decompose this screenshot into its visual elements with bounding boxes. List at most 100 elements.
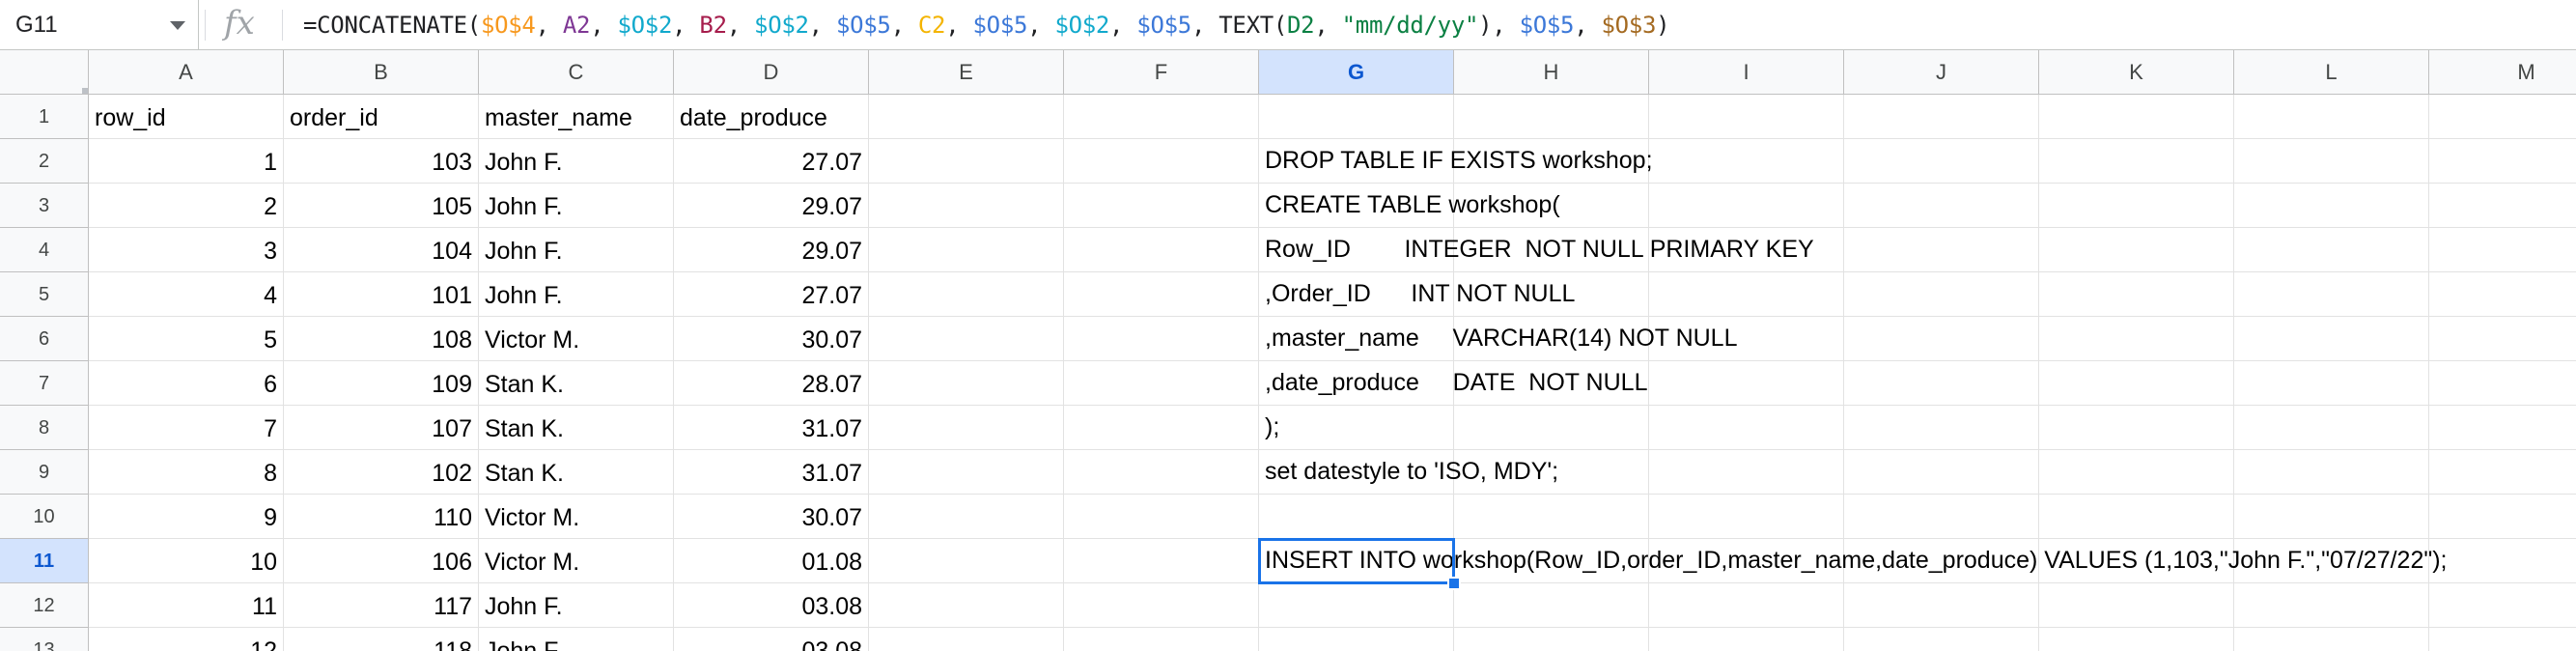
select-all-corner[interactable] <box>0 50 89 95</box>
column-header-l[interactable]: L <box>2234 50 2429 95</box>
cell-f12[interactable] <box>1064 583 1259 628</box>
cell-e1[interactable] <box>869 95 1064 139</box>
cell-d11[interactable]: 01.08 <box>674 539 869 583</box>
cell-a9[interactable]: 8 <box>89 450 284 495</box>
cell-f1[interactable] <box>1064 95 1259 139</box>
cell-b1[interactable]: order_id <box>284 95 479 139</box>
cell-m5[interactable] <box>2429 272 2576 317</box>
cell-m11[interactable] <box>2429 539 2576 583</box>
cell-a10[interactable]: 9 <box>89 495 284 539</box>
cell-j1[interactable] <box>1844 95 2039 139</box>
cell-f6[interactable] <box>1064 317 1259 361</box>
cell-i5[interactable] <box>1649 272 1844 317</box>
cell-l9[interactable] <box>2234 450 2429 495</box>
cell-m2[interactable] <box>2429 139 2576 184</box>
cell-d6[interactable]: 30.07 <box>674 317 869 361</box>
cell-d5[interactable]: 27.07 <box>674 272 869 317</box>
cell-i13[interactable] <box>1649 628 1844 651</box>
cell-h13[interactable] <box>1454 628 1649 651</box>
cell-g12[interactable] <box>1259 583 1454 628</box>
cell-j6[interactable] <box>1844 317 2039 361</box>
cell-d2[interactable]: 27.07 <box>674 139 869 184</box>
cell-h1[interactable] <box>1454 95 1649 139</box>
cell-c13[interactable]: John F. <box>479 628 674 651</box>
cell-m7[interactable] <box>2429 361 2576 406</box>
cell-d13[interactable]: 03.08 <box>674 628 869 651</box>
cell-k13[interactable] <box>2039 628 2234 651</box>
cell-i7[interactable] <box>1649 361 1844 406</box>
cell-a4[interactable]: 3 <box>89 228 284 272</box>
cell-k7[interactable] <box>2039 361 2234 406</box>
row-header-1[interactable]: 1 <box>0 95 89 139</box>
column-header-d[interactable]: D <box>674 50 869 95</box>
cell-k12[interactable] <box>2039 583 2234 628</box>
row-header-5[interactable]: 5 <box>0 272 89 317</box>
cell-i9[interactable] <box>1649 450 1844 495</box>
cell-f8[interactable] <box>1064 406 1259 450</box>
column-header-a[interactable]: A <box>89 50 284 95</box>
cell-c11[interactable]: Victor M. <box>479 539 674 583</box>
cell-i1[interactable] <box>1649 95 1844 139</box>
cell-j9[interactable] <box>1844 450 2039 495</box>
cell-d12[interactable]: 03.08 <box>674 583 869 628</box>
cell-j12[interactable] <box>1844 583 2039 628</box>
row-header-11[interactable]: 11 <box>0 539 89 583</box>
cell-b2[interactable]: 103 <box>284 139 479 184</box>
cell-a2[interactable]: 1 <box>89 139 284 184</box>
cell-l5[interactable] <box>2234 272 2429 317</box>
column-header-f[interactable]: F <box>1064 50 1259 95</box>
cell-a7[interactable]: 6 <box>89 361 284 406</box>
cell-l12[interactable] <box>2234 583 2429 628</box>
cell-c12[interactable]: John F. <box>479 583 674 628</box>
column-header-m[interactable]: M <box>2429 50 2576 95</box>
cell-l3[interactable] <box>2234 184 2429 228</box>
cell-c3[interactable]: John F. <box>479 184 674 228</box>
row-header-6[interactable]: 6 <box>0 317 89 361</box>
cell-k1[interactable] <box>2039 95 2234 139</box>
cell-f7[interactable] <box>1064 361 1259 406</box>
cell-i10[interactable] <box>1649 495 1844 539</box>
cell-e7[interactable] <box>869 361 1064 406</box>
cell-m6[interactable] <box>2429 317 2576 361</box>
cell-e13[interactable] <box>869 628 1064 651</box>
cell-e9[interactable] <box>869 450 1064 495</box>
cell-k9[interactable] <box>2039 450 2234 495</box>
cell-h12[interactable] <box>1454 583 1649 628</box>
cell-b7[interactable]: 109 <box>284 361 479 406</box>
cell-e6[interactable] <box>869 317 1064 361</box>
cell-e12[interactable] <box>869 583 1064 628</box>
row-header-12[interactable]: 12 <box>0 583 89 628</box>
cell-b8[interactable]: 107 <box>284 406 479 450</box>
row-header-13[interactable]: 13 <box>0 628 89 651</box>
cell-i12[interactable] <box>1649 583 1844 628</box>
cell-j13[interactable] <box>1844 628 2039 651</box>
column-header-j[interactable]: J <box>1844 50 2039 95</box>
cell-l1[interactable] <box>2234 95 2429 139</box>
cell-k2[interactable] <box>2039 139 2234 184</box>
cell-k6[interactable] <box>2039 317 2234 361</box>
cell-j7[interactable] <box>1844 361 2039 406</box>
cell-e2[interactable] <box>869 139 1064 184</box>
cell-c2[interactable]: John F. <box>479 139 674 184</box>
formula-input[interactable]: =CONCATENATE($O$4, A2, $O$2, B2, $O$2, $… <box>303 12 1670 39</box>
cell-d3[interactable]: 29.07 <box>674 184 869 228</box>
cell-b10[interactable]: 110 <box>284 495 479 539</box>
cell-i2[interactable] <box>1649 139 1844 184</box>
cell-h10[interactable] <box>1454 495 1649 539</box>
cell-h8[interactable] <box>1454 406 1649 450</box>
cell-a13[interactable]: 12 <box>89 628 284 651</box>
cell-m4[interactable] <box>2429 228 2576 272</box>
cell-b6[interactable]: 108 <box>284 317 479 361</box>
cell-e8[interactable] <box>869 406 1064 450</box>
cell-m1[interactable] <box>2429 95 2576 139</box>
cell-f10[interactable] <box>1064 495 1259 539</box>
cell-l2[interactable] <box>2234 139 2429 184</box>
name-box[interactable]: G11 <box>0 0 199 49</box>
cell-g10[interactable] <box>1259 495 1454 539</box>
cell-k4[interactable] <box>2039 228 2234 272</box>
column-header-h[interactable]: H <box>1454 50 1649 95</box>
cell-l6[interactable] <box>2234 317 2429 361</box>
cell-e5[interactable] <box>869 272 1064 317</box>
cell-g1[interactable] <box>1259 95 1454 139</box>
cell-l4[interactable] <box>2234 228 2429 272</box>
